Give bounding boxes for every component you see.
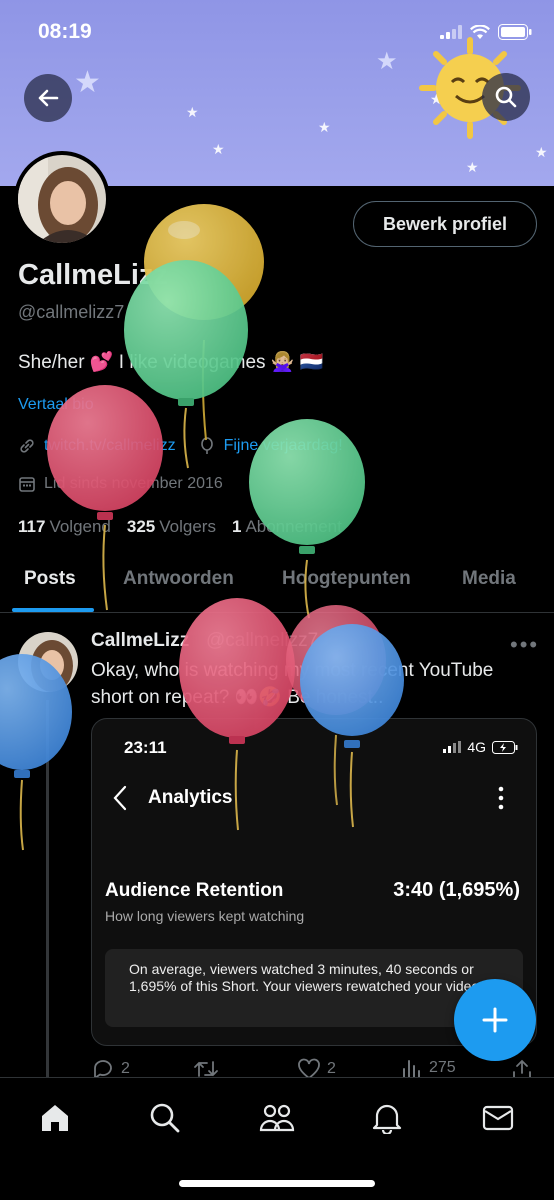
- thread-line: [46, 700, 49, 1080]
- retention-label: Audience Retention: [105, 880, 284, 901]
- views-button[interactable]: 275: [401, 1058, 456, 1078]
- star-icon: ★: [186, 104, 199, 120]
- tab-media[interactable]: Media: [462, 568, 516, 590]
- balloon-yellow: [144, 204, 264, 441]
- kebab-menu-icon: [498, 786, 504, 810]
- translate-bio-link[interactable]: Vertaal bio: [18, 396, 94, 414]
- joined-date: Lid sinds november 2016: [44, 475, 223, 492]
- balloon-icon: [200, 437, 213, 454]
- star-icon: ★: [466, 159, 479, 175]
- post-avatar[interactable]: [18, 632, 78, 692]
- reply-count: 2: [121, 1060, 130, 1077]
- avatar: [18, 155, 106, 243]
- media-status-icons: 4G: [443, 739, 518, 755]
- star-icon: ★: [74, 66, 101, 99]
- star-icon: ★: [212, 141, 225, 157]
- communities-icon: [259, 1104, 295, 1132]
- home-indicator[interactable]: [179, 1180, 375, 1187]
- tab-highlights[interactable]: Hoogtepunten: [282, 568, 411, 590]
- post-author-name[interactable]: CallmeLizz: [91, 630, 189, 652]
- views-count: 275: [429, 1059, 456, 1076]
- nav-communities[interactable]: [257, 1098, 297, 1138]
- profile-display-name: CallmeLizz: [18, 259, 168, 291]
- bell-icon: [372, 1104, 402, 1134]
- followers-link[interactable]: 325 Volgers: [127, 517, 216, 537]
- compose-post-button[interactable]: [454, 979, 536, 1061]
- home-icon: [42, 1105, 68, 1131]
- retention-subtitle: How long viewers kept watching: [105, 908, 305, 924]
- following-label: Volgend: [49, 517, 111, 536]
- nav-search[interactable]: [145, 1098, 185, 1138]
- signal-icon: [443, 741, 462, 753]
- tab-replies[interactable]: Antwoorden: [123, 568, 234, 590]
- network-label: 4G: [467, 739, 486, 755]
- media-status-time: 23:11: [124, 738, 167, 757]
- website-link[interactable]: twitch.tv/callmelizz: [44, 437, 176, 455]
- profile-tabs: Posts Antwoorden Hoogtepunten Media: [0, 556, 554, 613]
- profile-avatar[interactable]: [14, 151, 110, 247]
- media-title: Analytics: [148, 787, 233, 808]
- profile-meta-row: twitch.tv/callmelizz Fijne verjaardag!: [18, 437, 343, 455]
- like-count: 2: [327, 1060, 336, 1077]
- nav-home[interactable]: [35, 1098, 75, 1138]
- plus-icon: [482, 1007, 508, 1033]
- star-icon: ★: [535, 144, 548, 160]
- profile-bio: She/her 💕 I like videogames 🙅🏼‍♀️ 🇳🇱: [18, 352, 324, 373]
- wifi-icon: [470, 24, 490, 39]
- status-icons: [440, 24, 532, 40]
- back-button[interactable]: [24, 74, 72, 122]
- calendar-icon: [19, 477, 35, 492]
- battery-icon: [498, 24, 532, 40]
- link-icon: [20, 439, 34, 453]
- nav-messages[interactable]: [478, 1098, 518, 1138]
- battery-charging-icon: [492, 740, 518, 754]
- search-button[interactable]: [482, 73, 530, 121]
- following-link[interactable]: 117 Volgend: [18, 517, 111, 537]
- subscriptions-link[interactable]: 1 Abonnement: [232, 517, 342, 537]
- post-author-handle[interactable]: @callmelizz7: [206, 630, 318, 652]
- profile-handle: @callmelizz7: [18, 302, 125, 322]
- star-icon: ★: [318, 119, 331, 135]
- search-icon: [495, 86, 517, 108]
- edit-profile-button[interactable]: Bewerk profiel: [353, 201, 537, 247]
- chevron-left-icon: [113, 785, 127, 811]
- star-icon: ★: [376, 48, 398, 75]
- nav-notifications[interactable]: [367, 1098, 407, 1138]
- status-time: 08:19: [38, 20, 92, 43]
- retention-value: 3:40 (1,695%): [393, 879, 520, 901]
- signal-icon: [440, 25, 462, 39]
- arrow-left-icon: [38, 89, 59, 107]
- subscriptions-label: Abonnement: [245, 517, 342, 536]
- subscriptions-count: 1: [231, 517, 242, 536]
- search-icon: [150, 1103, 180, 1133]
- mail-icon: [482, 1105, 514, 1131]
- tab-posts[interactable]: Posts: [24, 568, 76, 590]
- more-options-icon[interactable]: •••: [510, 632, 539, 658]
- birthday-link[interactable]: Fijne verjaardag!: [224, 437, 343, 455]
- tab-active-indicator: [12, 608, 94, 612]
- post-text: Okay, who is watching my most recent You…: [91, 660, 494, 708]
- following-count: 117: [18, 517, 46, 536]
- follow-counts: 117 Volgend 325 Volgers 1 Abonnement: [18, 517, 342, 537]
- followers-label: Volgers: [159, 517, 216, 536]
- followers-count: 325: [126, 517, 156, 536]
- joined-row: Lid sinds november 2016: [18, 475, 223, 493]
- views-icon: [403, 1060, 420, 1078]
